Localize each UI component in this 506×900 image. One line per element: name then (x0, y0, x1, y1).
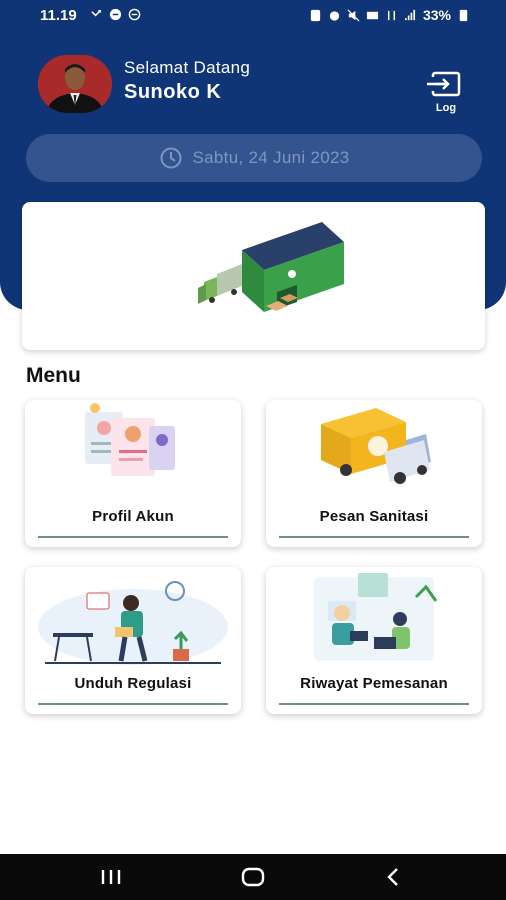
menu-card-underline (38, 536, 228, 538)
welcome-text: Selamat Datang (124, 58, 251, 77)
battery-percentage: 33% (422, 7, 451, 23)
logout-icon (427, 71, 461, 97)
back-icon[interactable] (384, 867, 404, 887)
signal-icon (404, 9, 416, 20)
menu-card-label: Profil Akun (92, 508, 174, 525)
banner-card (22, 202, 485, 350)
message-icon (109, 8, 122, 21)
status-system-icons: 33% (309, 7, 470, 23)
order-history-icon (314, 573, 438, 661)
warehouse-illustration (198, 222, 344, 312)
username: Sunoko K (124, 81, 222, 103)
minus-circle-icon (128, 8, 141, 21)
menu-card-label: Pesan Sanitasi (319, 508, 429, 525)
menu-card-underline (279, 536, 469, 538)
clock-icon (160, 147, 182, 169)
menu-card-label: Riwayat Pemesanan (300, 675, 448, 692)
menu-card-pesan-sanitasi[interactable]: Pesan Sanitasi (266, 400, 482, 547)
logout-button[interactable]: Log (424, 70, 468, 116)
menu-card-underline (38, 703, 228, 705)
home-icon[interactable] (240, 867, 266, 887)
menu-card-underline (279, 703, 469, 705)
profile-icon (85, 403, 175, 476)
status-time: 11.19 (40, 7, 77, 24)
menu-card-label: Unduh Regulasi (74, 675, 192, 692)
download-regulation-icon (38, 581, 228, 665)
logout-label: Log (435, 102, 457, 114)
menu-card-riwayat-pemesanan[interactable]: Riwayat Pemesanan (266, 567, 482, 714)
menu-card-unduh-regulasi[interactable]: Unduh Regulasi (25, 567, 241, 714)
mute-icon (347, 9, 360, 21)
truck-icon (321, 408, 431, 484)
avatar[interactable] (38, 55, 112, 113)
data-icon (387, 10, 395, 20)
sim-icon (310, 9, 321, 21)
menu-card-profil-akun[interactable]: Profil Akun (25, 400, 241, 547)
avatar-photo (38, 55, 112, 113)
date-display: Sabtu, 24 Juni 2023 (26, 134, 482, 182)
missed-call-icon (91, 10, 101, 17)
navigation-bar (0, 854, 506, 900)
alarm-icon (329, 10, 340, 21)
status-notification-icons (90, 8, 141, 21)
battery-icon (459, 9, 468, 21)
date-text: Sabtu, 24 Juni 2023 (192, 148, 350, 167)
volte-icon (366, 11, 379, 19)
menu-title: Menu (26, 364, 81, 387)
status-bar: 11.19 33% (0, 0, 506, 30)
recent-apps-icon[interactable] (100, 868, 122, 886)
